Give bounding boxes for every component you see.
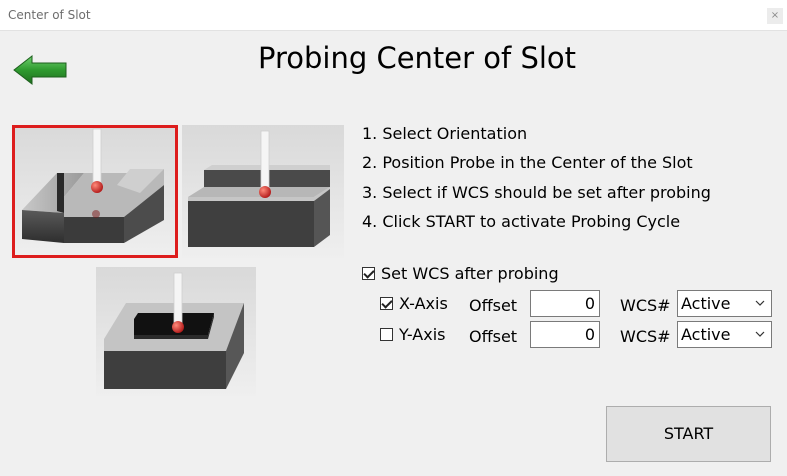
chevron-down-icon xyxy=(755,300,765,306)
x-wcs-select[interactable]: Active xyxy=(677,290,772,317)
chevron-down-icon xyxy=(755,331,765,337)
slot-horizontal-image xyxy=(188,130,330,247)
y-offset-input[interactable]: 0 xyxy=(530,321,600,348)
set-wcs-checkbox[interactable] xyxy=(362,267,375,280)
slot-vertical-image xyxy=(22,128,164,243)
window-title: Center of Slot xyxy=(8,8,91,22)
pocket-image xyxy=(104,272,244,389)
y-wcs-label: WCS# xyxy=(620,327,671,346)
x-offset-input[interactable]: 0 xyxy=(530,290,600,317)
set-wcs-option[interactable]: Set WCS after probing xyxy=(362,264,559,283)
page-title: Probing Center of Slot xyxy=(257,41,577,75)
x-axis-label: X-Axis xyxy=(399,294,448,313)
close-icon[interactable]: × xyxy=(767,8,783,24)
window-titlebar: Center of Slot × xyxy=(0,0,787,31)
instructions: 1. Select Orientation 2. Position Probe … xyxy=(362,124,711,241)
x-wcs-value: Active xyxy=(681,294,731,313)
y-wcs-value: Active xyxy=(681,325,731,344)
step-1: 1. Select Orientation xyxy=(362,124,528,143)
x-offset-label: Offset xyxy=(469,296,518,315)
x-axis-option[interactable]: X-Axis xyxy=(380,294,448,313)
x-axis-checkbox[interactable] xyxy=(380,297,393,310)
step-2: 2. Position Probe in the Center of the S… xyxy=(362,153,693,173)
start-button[interactable]: START xyxy=(606,406,771,462)
step-4: 4. Click START to activate Probing Cycle xyxy=(362,211,681,231)
y-wcs-select[interactable]: Active xyxy=(677,321,772,348)
x-wcs-label: WCS# xyxy=(620,296,671,315)
y-offset-label: Offset xyxy=(469,327,518,346)
step-3: 3. Select if WCS should be set after pro… xyxy=(362,182,711,202)
orientation-slot-vertical[interactable] xyxy=(12,125,178,258)
orientation-pocket[interactable] xyxy=(96,267,256,396)
y-axis-option[interactable]: Y-Axis xyxy=(380,325,446,344)
orientation-slot-horizontal[interactable] xyxy=(182,125,344,258)
y-axis-checkbox[interactable] xyxy=(380,328,393,341)
set-wcs-label: Set WCS after probing xyxy=(381,264,559,283)
y-axis-label: Y-Axis xyxy=(399,325,446,344)
